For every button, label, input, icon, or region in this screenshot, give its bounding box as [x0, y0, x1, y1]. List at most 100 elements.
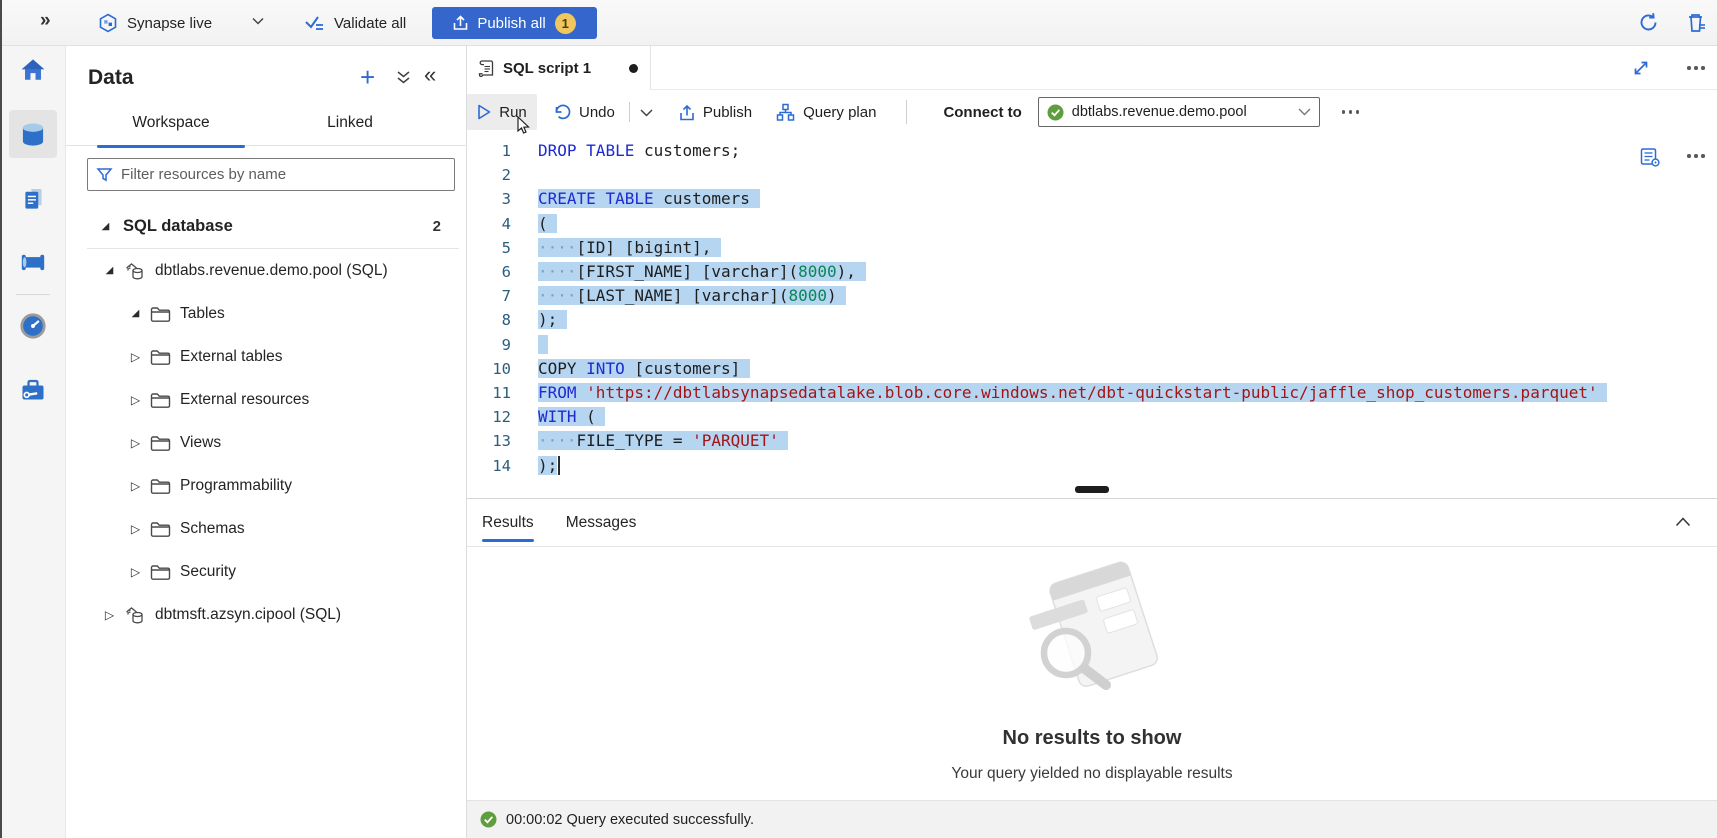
monitor-gauge-icon [19, 312, 47, 340]
connect-to-pool-dropdown[interactable]: dbtlabs.revenue.demo.pool [1038, 97, 1320, 127]
home-icon [19, 56, 47, 84]
validate-label: Validate all [334, 15, 406, 32]
folder-icon [150, 434, 171, 452]
code-line-content[interactable] [538, 335, 548, 354]
code-line[interactable]: 1DROP TABLE customers; [467, 139, 1717, 163]
code-line[interactable]: 5····[ID] [bigint], [467, 236, 1717, 260]
tree-node-label: Security [180, 563, 236, 581]
caret-expanded-icon[interactable]: ◢ [128, 308, 143, 319]
selection-highlight: ····[FIRST_NAME] [varchar](8000), [538, 262, 866, 281]
publish-all-button[interactable]: Publish all 1 [432, 7, 597, 39]
caret-expanded-icon[interactable]: ◢ [102, 265, 117, 276]
code-line-content[interactable]: ····[FIRST_NAME] [varchar](8000), [538, 262, 866, 281]
add-resource-button plus-icon[interactable]: + [360, 64, 375, 90]
code-line[interactable]: 3CREATE TABLE customers [467, 187, 1717, 211]
code-line-content[interactable]: ····[ID] [bigint], [538, 238, 721, 257]
caret-collapsed-icon[interactable]: ▷ [128, 436, 143, 450]
mode-chevron-down-icon[interactable] [252, 17, 264, 25]
publish-button[interactable]: Publish [679, 104, 752, 121]
code-line-content[interactable]: ····[LAST_NAME] [varchar](8000) [538, 286, 846, 305]
toolbar-more-actions-icon[interactable] [1342, 110, 1360, 114]
code-line-content[interactable]: CREATE TABLE customers [538, 189, 760, 208]
tree-node[interactable]: ▷Programmability [66, 464, 467, 507]
toolbar-separator [906, 100, 907, 124]
code-line[interactable]: 9 [467, 333, 1717, 357]
tab-more-actions-icon[interactable] [1687, 66, 1705, 70]
data-explorer-panel: Data + « Workspace Linked ◢ [66, 46, 467, 838]
expand-editor-icon[interactable] [1632, 59, 1650, 77]
code-line[interactable]: 12WITH ( [467, 405, 1717, 429]
code-line[interactable]: 10COPY INTO [customers] [467, 357, 1717, 381]
code-line[interactable]: 8); [467, 308, 1717, 332]
code-line[interactable]: 11FROM 'https://dbtlabsynapsedatalake.bl… [467, 381, 1717, 405]
pool-dropdown-chevron-icon [1298, 108, 1311, 116]
code-editor[interactable]: 1DROP TABLE customers;23CREATE TABLE cus… [467, 134, 1717, 490]
code-line[interactable]: 2 [467, 163, 1717, 187]
tree-node[interactable]: ▷dbtmsft.azsyn.cipool (SQL) [66, 593, 467, 636]
nav-develop[interactable] [9, 174, 57, 222]
code-line[interactable]: 6 ····[FIRST_NAME] [varchar](8000), [467, 260, 1717, 284]
caret-collapsed-icon[interactable]: ▷ [128, 479, 143, 493]
caret-collapsed-icon[interactable]: ▷ [128, 393, 143, 407]
expand-all-icon[interactable] [396, 70, 411, 90]
code-line[interactable]: 4( [467, 212, 1717, 236]
code-line[interactable]: 14); [467, 454, 1717, 478]
undo-dropdown-chevron-icon[interactable] [640, 104, 653, 121]
caret-collapsed-icon[interactable]: ▷ [102, 608, 117, 622]
folder-icon [150, 477, 171, 495]
nav-monitor[interactable] [9, 302, 57, 350]
code-line[interactable]: 7····[LAST_NAME] [varchar](8000) [467, 284, 1717, 308]
collapse-results-chevron-icon[interactable] [1675, 514, 1691, 532]
run-play-icon [477, 104, 491, 120]
validate-all-button[interactable]: Validate all [304, 0, 406, 46]
code-line-content[interactable]: ); [538, 310, 567, 329]
undo-label: Undo [579, 104, 615, 121]
tree-node[interactable]: ◢Tables [66, 292, 467, 335]
tree-node[interactable]: ▷External tables [66, 335, 467, 378]
code-line-content[interactable]: COPY INTO [customers] [538, 359, 750, 378]
nav-home[interactable] [9, 46, 57, 94]
caret-expanded-icon[interactable]: ◢ [98, 221, 113, 232]
tree-node[interactable]: ▷ Security [66, 550, 467, 593]
nav-data[interactable] [9, 110, 57, 158]
caret-collapsed-icon[interactable]: ▷ [128, 522, 143, 536]
nav-manage[interactable] [9, 366, 57, 414]
tab-messages[interactable]: Messages [566, 499, 637, 547]
code-line-content[interactable]: ); [538, 456, 560, 475]
query-plan-label: Query plan [803, 104, 876, 121]
code-line-content[interactable]: FROM 'https://dbtlabsynapsedatalake.blob… [538, 383, 1607, 402]
hub-navigation-rail [0, 46, 66, 838]
tab-sql-script-1[interactable]: SQL script 1 [467, 46, 651, 90]
undo-button[interactable]: Undo [553, 104, 615, 121]
sql-editor-area: SQL script 1 Run [467, 46, 1717, 838]
editor-tab-title: SQL script 1 [503, 60, 591, 77]
collapse-panel-icon[interactable]: « [424, 64, 436, 86]
expand-menu-icon[interactable]: » [40, 10, 51, 32]
caret-collapsed-icon[interactable]: ▷ [128, 565, 143, 579]
tree-node[interactable]: ◢dbtlabs.revenue.demo.pool (SQL) [66, 249, 467, 292]
tree-node[interactable]: ▷External resources [66, 378, 467, 421]
query-plan-button[interactable]: Query plan [776, 103, 876, 122]
code-line-content[interactable]: WITH ( [538, 407, 605, 426]
code-line-content[interactable]: DROP TABLE customers; [538, 141, 740, 160]
tree-root-sql-database[interactable]: ◢ SQL database 2 [66, 204, 467, 248]
tree-node[interactable]: ▷Views [66, 421, 467, 464]
code-line-content[interactable]: ( [538, 214, 557, 233]
tree-root-label: SQL database [123, 217, 233, 236]
results-splitter-handle[interactable] [1075, 486, 1109, 493]
filter-input[interactable] [121, 166, 446, 183]
nav-integrate[interactable] [9, 238, 57, 286]
tab-workspace[interactable]: Workspace [97, 100, 245, 146]
tab-linked[interactable]: Linked [280, 100, 420, 146]
code-line-content[interactable]: ····FILE_TYPE = 'PARQUET' [538, 431, 788, 450]
empty-state-subtitle: Your query yielded no displayable result… [951, 765, 1232, 783]
refresh-icon[interactable] [1637, 11, 1660, 39]
tab-results[interactable]: Results [482, 499, 534, 547]
line-number: 6 [467, 260, 511, 284]
resource-tree-nodes: ◢dbtlabs.revenue.demo.pool (SQL)◢Tables▷… [66, 249, 467, 636]
git-mode-selector[interactable]: Synapse live [98, 0, 212, 46]
code-line[interactable]: 13····FILE_TYPE = 'PARQUET' [467, 429, 1717, 453]
caret-collapsed-icon[interactable]: ▷ [128, 350, 143, 364]
tree-node[interactable]: ▷Schemas [66, 507, 467, 550]
discard-trash-icon[interactable] [1684, 11, 1708, 40]
